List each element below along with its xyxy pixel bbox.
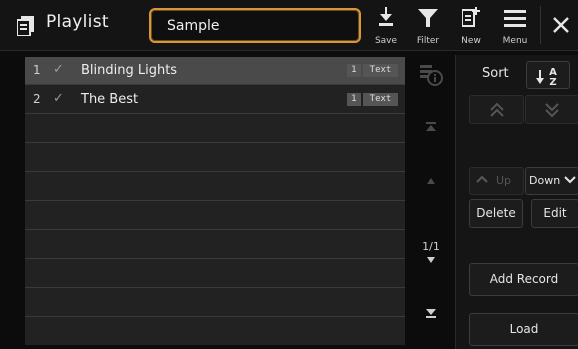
record-count-badge: 1 — [347, 93, 361, 106]
check-icon: ✓ — [53, 91, 64, 106]
empty-row — [25, 115, 405, 143]
empty-row — [25, 260, 405, 288]
record-row[interactable]: 1 ✓ Blinding Lights 1 Text — [25, 57, 405, 85]
new-icon — [462, 7, 480, 27]
sort-label: Sort — [482, 66, 509, 81]
record-text-badge: Text — [363, 64, 398, 77]
new-label: New — [461, 36, 481, 46]
page-title: Playlist — [46, 12, 109, 32]
filter-icon — [418, 9, 438, 27]
info-icon — [420, 65, 443, 86]
double-chevron-up-icon — [489, 102, 504, 117]
scroll-top-icon — [426, 122, 436, 131]
control-panel: Sort A Z Up Down Delete Edit Add Record … — [455, 55, 578, 349]
record-number: 2 — [33, 92, 41, 106]
double-chevron-down-icon — [545, 103, 559, 118]
menu-button[interactable]: Menu — [496, 0, 534, 50]
svg-text:Z: Z — [549, 77, 556, 88]
sort-button[interactable]: A Z — [526, 61, 570, 89]
close-icon — [553, 17, 569, 33]
menu-label: Menu — [502, 36, 528, 46]
empty-row — [25, 289, 405, 317]
playlist-name-field[interactable]: Sample — [149, 8, 361, 43]
empty-row — [25, 231, 405, 259]
header-bar: Playlist Sample Save Filter New Menu — [0, 0, 578, 51]
save-label: Save — [374, 36, 398, 46]
sort-az-icon: A Z — [536, 67, 557, 88]
move-down-button[interactable]: Down — [525, 167, 578, 195]
move-bottom-button[interactable] — [525, 95, 578, 124]
empty-row — [25, 144, 405, 172]
scroll-bottom-button[interactable] — [415, 307, 447, 331]
record-name: The Best — [81, 92, 139, 107]
filter-label: Filter — [416, 36, 440, 46]
menu-icon — [504, 10, 526, 27]
scroll-top-button[interactable] — [415, 121, 447, 145]
move-top-button[interactable] — [469, 95, 524, 124]
delete-button[interactable]: Delete — [469, 199, 523, 228]
filter-button[interactable]: Filter — [408, 0, 448, 50]
playlist-record-list[interactable]: 1 ✓ Blinding Lights 1 Text 2 ✓ The Best … — [25, 57, 405, 345]
playlist-icon — [16, 16, 35, 40]
move-up-button[interactable]: Up — [469, 167, 524, 195]
scroll-column: 1/1 — [411, 57, 451, 345]
record-row[interactable]: 2 ✓ The Best 1 Text — [25, 86, 405, 114]
info-button[interactable] — [415, 63, 447, 93]
record-number: 1 — [33, 63, 41, 77]
playlist-name-value: Sample — [167, 18, 220, 34]
empty-row — [25, 318, 405, 346]
record-text-badge: Text — [363, 93, 398, 106]
new-button[interactable]: New — [454, 0, 488, 50]
load-button[interactable]: Load — [469, 313, 578, 346]
header-divider — [540, 6, 541, 44]
page-indicator: 1/1 — [422, 240, 440, 253]
page-down-icon — [427, 257, 435, 263]
close-button[interactable] — [546, 0, 576, 50]
chevron-up-icon — [476, 173, 488, 188]
add-record-button[interactable]: Add Record — [469, 263, 578, 296]
record-count-badge: 1 — [347, 64, 361, 77]
empty-row — [25, 202, 405, 230]
chevron-down-icon — [564, 174, 576, 189]
save-button[interactable]: Save — [368, 0, 404, 50]
up-label: Up — [496, 174, 512, 187]
record-name: Blinding Lights — [81, 63, 178, 78]
page-up-icon — [427, 178, 435, 184]
empty-row — [25, 173, 405, 201]
edit-button[interactable]: Edit — [531, 199, 578, 228]
scroll-bottom-icon — [426, 309, 436, 318]
save-icon — [379, 7, 393, 26]
down-label: Down — [529, 174, 561, 187]
page-down-button[interactable] — [415, 254, 447, 278]
page-up-button[interactable] — [415, 175, 447, 199]
check-icon: ✓ — [53, 62, 64, 77]
